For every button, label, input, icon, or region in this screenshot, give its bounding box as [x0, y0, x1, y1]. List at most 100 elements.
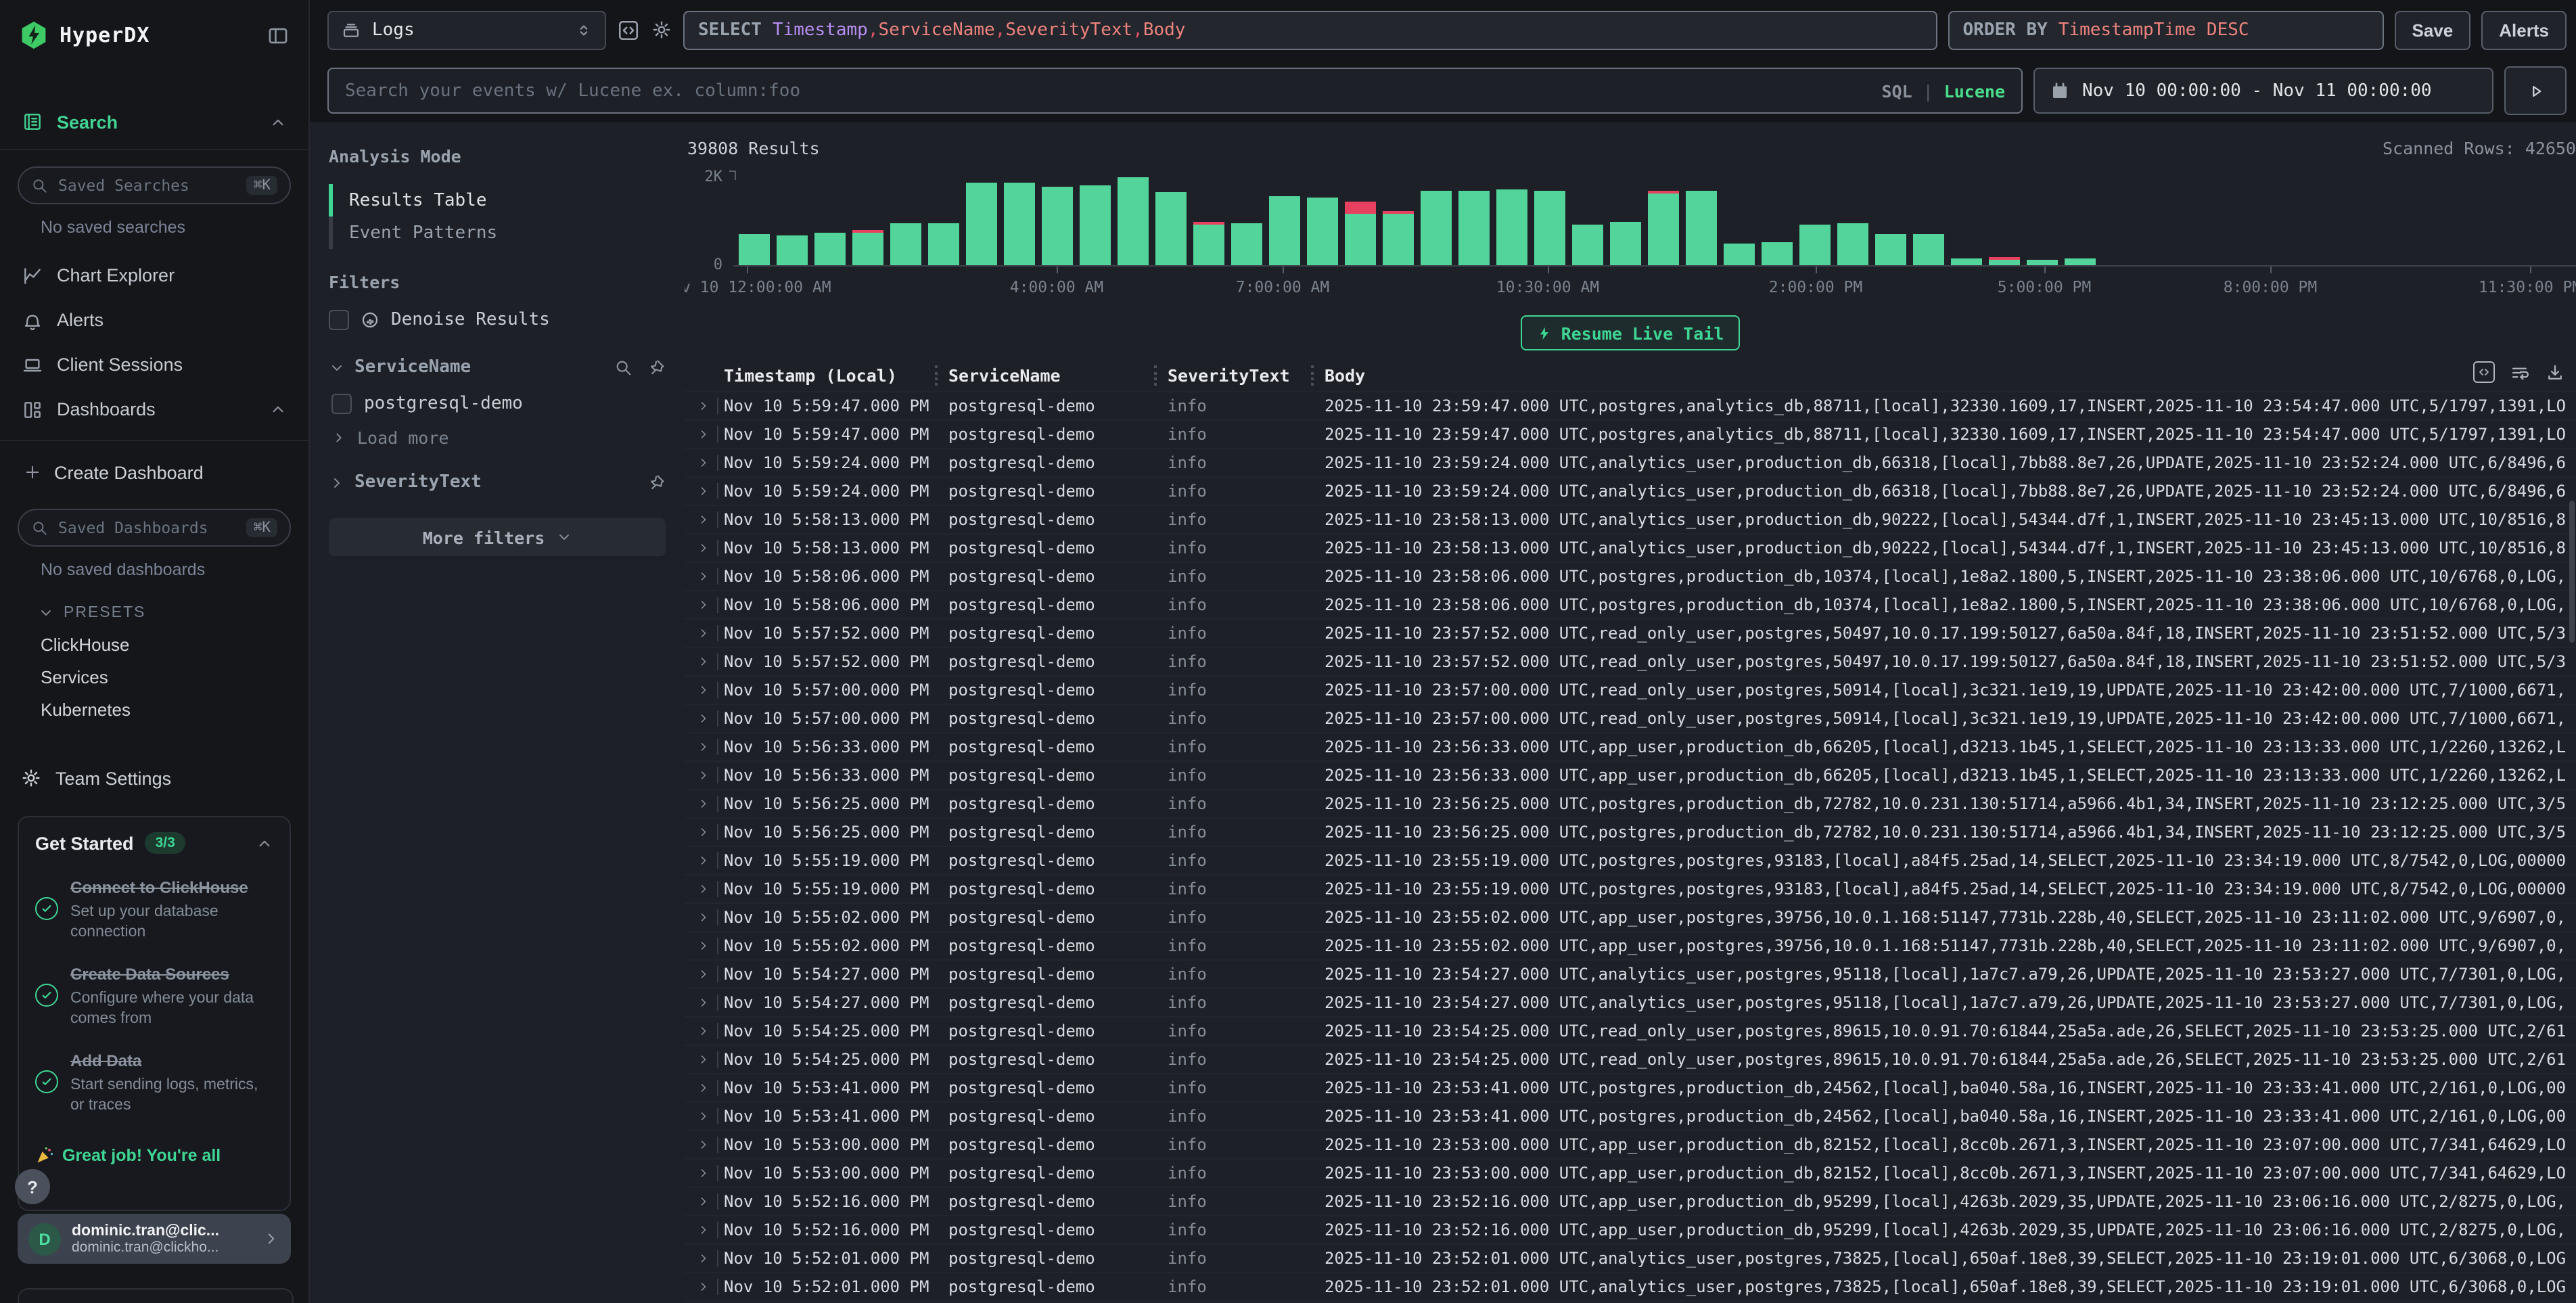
column-header-servicename[interactable]: ServiceName [948, 365, 1061, 386]
resume-live-tail-button[interactable]: Resume Live Tail [1521, 315, 1741, 350]
row-expand-icon[interactable] [697, 570, 710, 583]
table-row[interactable]: Nov 10 5:56:33.000 PM postgresql-demo in… [685, 732, 2576, 760]
histogram-bar[interactable] [1762, 242, 1793, 265]
histogram-bar[interactable] [777, 235, 808, 265]
pin-icon[interactable] [647, 358, 666, 377]
presets-header[interactable]: PRESETS [0, 598, 308, 628]
column-resize-handle[interactable] [935, 365, 938, 386]
histogram-bar[interactable] [1080, 185, 1111, 265]
row-expand-icon[interactable] [697, 1166, 710, 1180]
histogram-bar[interactable] [928, 223, 959, 265]
user-profile[interactable]: D dominic.tran@clic... dominic.tran@clic… [18, 1214, 291, 1264]
histogram-bar[interactable] [852, 230, 883, 265]
table-row[interactable]: Nov 10 5:58:13.000 PM postgresql-demo in… [685, 505, 2576, 533]
table-row[interactable]: Nov 10 5:59:47.000 PM postgresql-demo in… [685, 391, 2576, 419]
column-resize-handle[interactable] [1154, 365, 1157, 386]
row-expand-icon[interactable] [697, 769, 710, 782]
create-dashboard-button[interactable]: Create Dashboard [0, 452, 308, 493]
histogram-bar[interactable] [1118, 177, 1149, 265]
table-row[interactable]: Nov 10 5:57:00.000 PM postgresql-demo in… [685, 704, 2576, 732]
table-row[interactable]: Nov 10 5:55:02.000 PM postgresql-demo in… [685, 931, 2576, 959]
row-expand-icon[interactable] [697, 1138, 710, 1151]
get-started-step[interactable]: Create Data Sources Configure where your… [35, 962, 273, 1030]
row-expand-icon[interactable] [697, 1280, 710, 1294]
table-row[interactable]: Nov 10 5:53:41.000 PM postgresql-demo in… [685, 1073, 2576, 1101]
table-row[interactable]: Nov 10 5:58:06.000 PM postgresql-demo in… [685, 562, 2576, 590]
column-header-timestamp[interactable]: Timestamp (Local) [724, 365, 897, 386]
table-row[interactable]: Nov 10 5:54:27.000 PM postgresql-demo in… [685, 988, 2576, 1016]
histogram-bar[interactable] [966, 183, 997, 265]
wrap-lines-icon[interactable] [2510, 362, 2530, 382]
preset-item-clickhouse[interactable]: ClickHouse [0, 628, 308, 660]
sidebar-item-alerts[interactable]: Alerts [0, 298, 308, 342]
date-range-picker[interactable]: Nov 10 00:00:00 - Nov 11 00:00:00 [2033, 68, 2493, 114]
logo[interactable]: HyperDX [19, 20, 150, 50]
histogram-bar[interactable] [1269, 196, 1300, 265]
row-expand-icon[interactable] [697, 683, 710, 697]
row-expand-icon[interactable] [697, 399, 710, 413]
saved-searches-input[interactable]: Saved Searches ⌘K [18, 166, 291, 204]
preset-item-services[interactable]: Services [0, 660, 308, 693]
histogram-bar[interactable] [1799, 225, 1831, 265]
filter-value-postgresql-demo[interactable]: postgresql-demo [329, 394, 666, 414]
table-row[interactable]: Nov 10 5:56:25.000 PM postgresql-demo in… [685, 789, 2576, 817]
table-row[interactable]: Nov 10 5:53:41.000 PM postgresql-demo in… [685, 1101, 2576, 1130]
histogram-bar[interactable] [1724, 244, 1755, 265]
column-resize-handle[interactable] [1311, 365, 1314, 386]
download-icon[interactable] [2545, 362, 2565, 382]
row-expand-icon[interactable] [697, 513, 710, 526]
histogram-bar[interactable] [2065, 258, 2096, 265]
histogram-bar[interactable] [1686, 191, 1717, 265]
chevron-right-icon[interactable] [329, 474, 345, 490]
table-row[interactable]: Nov 10 5:59:24.000 PM postgresql-demo in… [685, 476, 2576, 505]
run-query-button[interactable] [2504, 66, 2567, 115]
alerts-button[interactable]: Alerts [2481, 10, 2567, 49]
histogram-bar[interactable] [1458, 191, 1490, 265]
histogram-bar[interactable] [1042, 187, 1073, 265]
table-row[interactable]: Nov 10 5:52:16.000 PM postgresql-demo in… [685, 1215, 2576, 1243]
histogram-bar[interactable] [1875, 234, 1906, 265]
histogram-bar[interactable] [1307, 198, 1338, 265]
table-row[interactable]: Nov 10 5:53:00.000 PM postgresql-demo in… [685, 1158, 2576, 1187]
view-source-icon[interactable] [2473, 361, 2495, 383]
row-expand-icon[interactable] [697, 1110, 710, 1123]
saved-dashboards-input[interactable]: Saved Dashboards ⌘K [18, 509, 291, 547]
histogram-bar[interactable] [1951, 258, 1982, 265]
row-expand-icon[interactable] [697, 882, 710, 896]
lucene-toggle[interactable]: Lucene [1944, 81, 2005, 101]
sidebar-item-dashboards[interactable]: Dashboards [0, 387, 308, 432]
select-clause-input[interactable]: SELECT Timestamp,ServiceName,SeverityTex… [683, 10, 1937, 49]
table-row[interactable]: Nov 10 5:52:01.000 PM postgresql-demo in… [685, 1272, 2576, 1300]
table-row[interactable]: Nov 10 5:52:16.000 PM postgresql-demo in… [685, 1187, 2576, 1215]
histogram-bar[interactable] [739, 234, 770, 265]
sql-toggle[interactable]: SQL [1881, 81, 1912, 101]
more-filters-button[interactable]: More filters [329, 518, 666, 556]
row-expand-icon[interactable] [697, 1223, 710, 1237]
row-expand-icon[interactable] [697, 626, 710, 640]
histogram-bar[interactable] [2027, 260, 2058, 265]
row-expand-icon[interactable] [697, 740, 710, 754]
mode-results-table[interactable]: Results Table [329, 184, 666, 216]
row-expand-icon[interactable] [697, 712, 710, 725]
table-row[interactable]: Nov 10 5:56:33.000 PM postgresql-demo in… [685, 760, 2576, 789]
sidebar-item-search[interactable]: Search [0, 103, 308, 141]
mode-event-patterns[interactable]: Event Patterns [329, 216, 666, 249]
language-toggle[interactable]: SQL | Lucene [1881, 81, 2005, 101]
column-header-body[interactable]: Body [1325, 365, 1365, 386]
collapse-sidebar-icon[interactable] [267, 24, 290, 47]
table-row[interactable]: Nov 10 5:58:06.000 PM postgresql-demo in… [685, 590, 2576, 618]
table-row[interactable]: Nov 10 5:57:00.000 PM postgresql-demo in… [685, 675, 2576, 704]
sidebar-item-chart-explorer[interactable]: Chart Explorer [0, 253, 308, 298]
table-row[interactable]: Nov 10 5:57:52.000 PM postgresql-demo in… [685, 618, 2576, 647]
filter-group-severitytext[interactable]: SeverityText [329, 472, 666, 493]
table-row[interactable]: Nov 10 5:54:27.000 PM postgresql-demo in… [685, 959, 2576, 988]
table-row[interactable]: Nov 10 5:56:25.000 PM postgresql-demo in… [685, 817, 2576, 846]
histogram-bar[interactable] [1421, 191, 1452, 265]
table-row[interactable]: Nov 10 5:52:01.000 PM postgresql-demo in… [685, 1243, 2576, 1272]
table-row[interactable]: Nov 10 5:54:25.000 PM postgresql-demo in… [685, 1016, 2576, 1045]
histogram-bar[interactable] [1004, 183, 1035, 265]
histogram-bar[interactable] [890, 223, 921, 265]
load-more-button[interactable]: Load more [329, 428, 666, 448]
table-row[interactable]: Nov 10 5:53:00.000 PM postgresql-demo in… [685, 1130, 2576, 1158]
row-expand-icon[interactable] [697, 655, 710, 668]
